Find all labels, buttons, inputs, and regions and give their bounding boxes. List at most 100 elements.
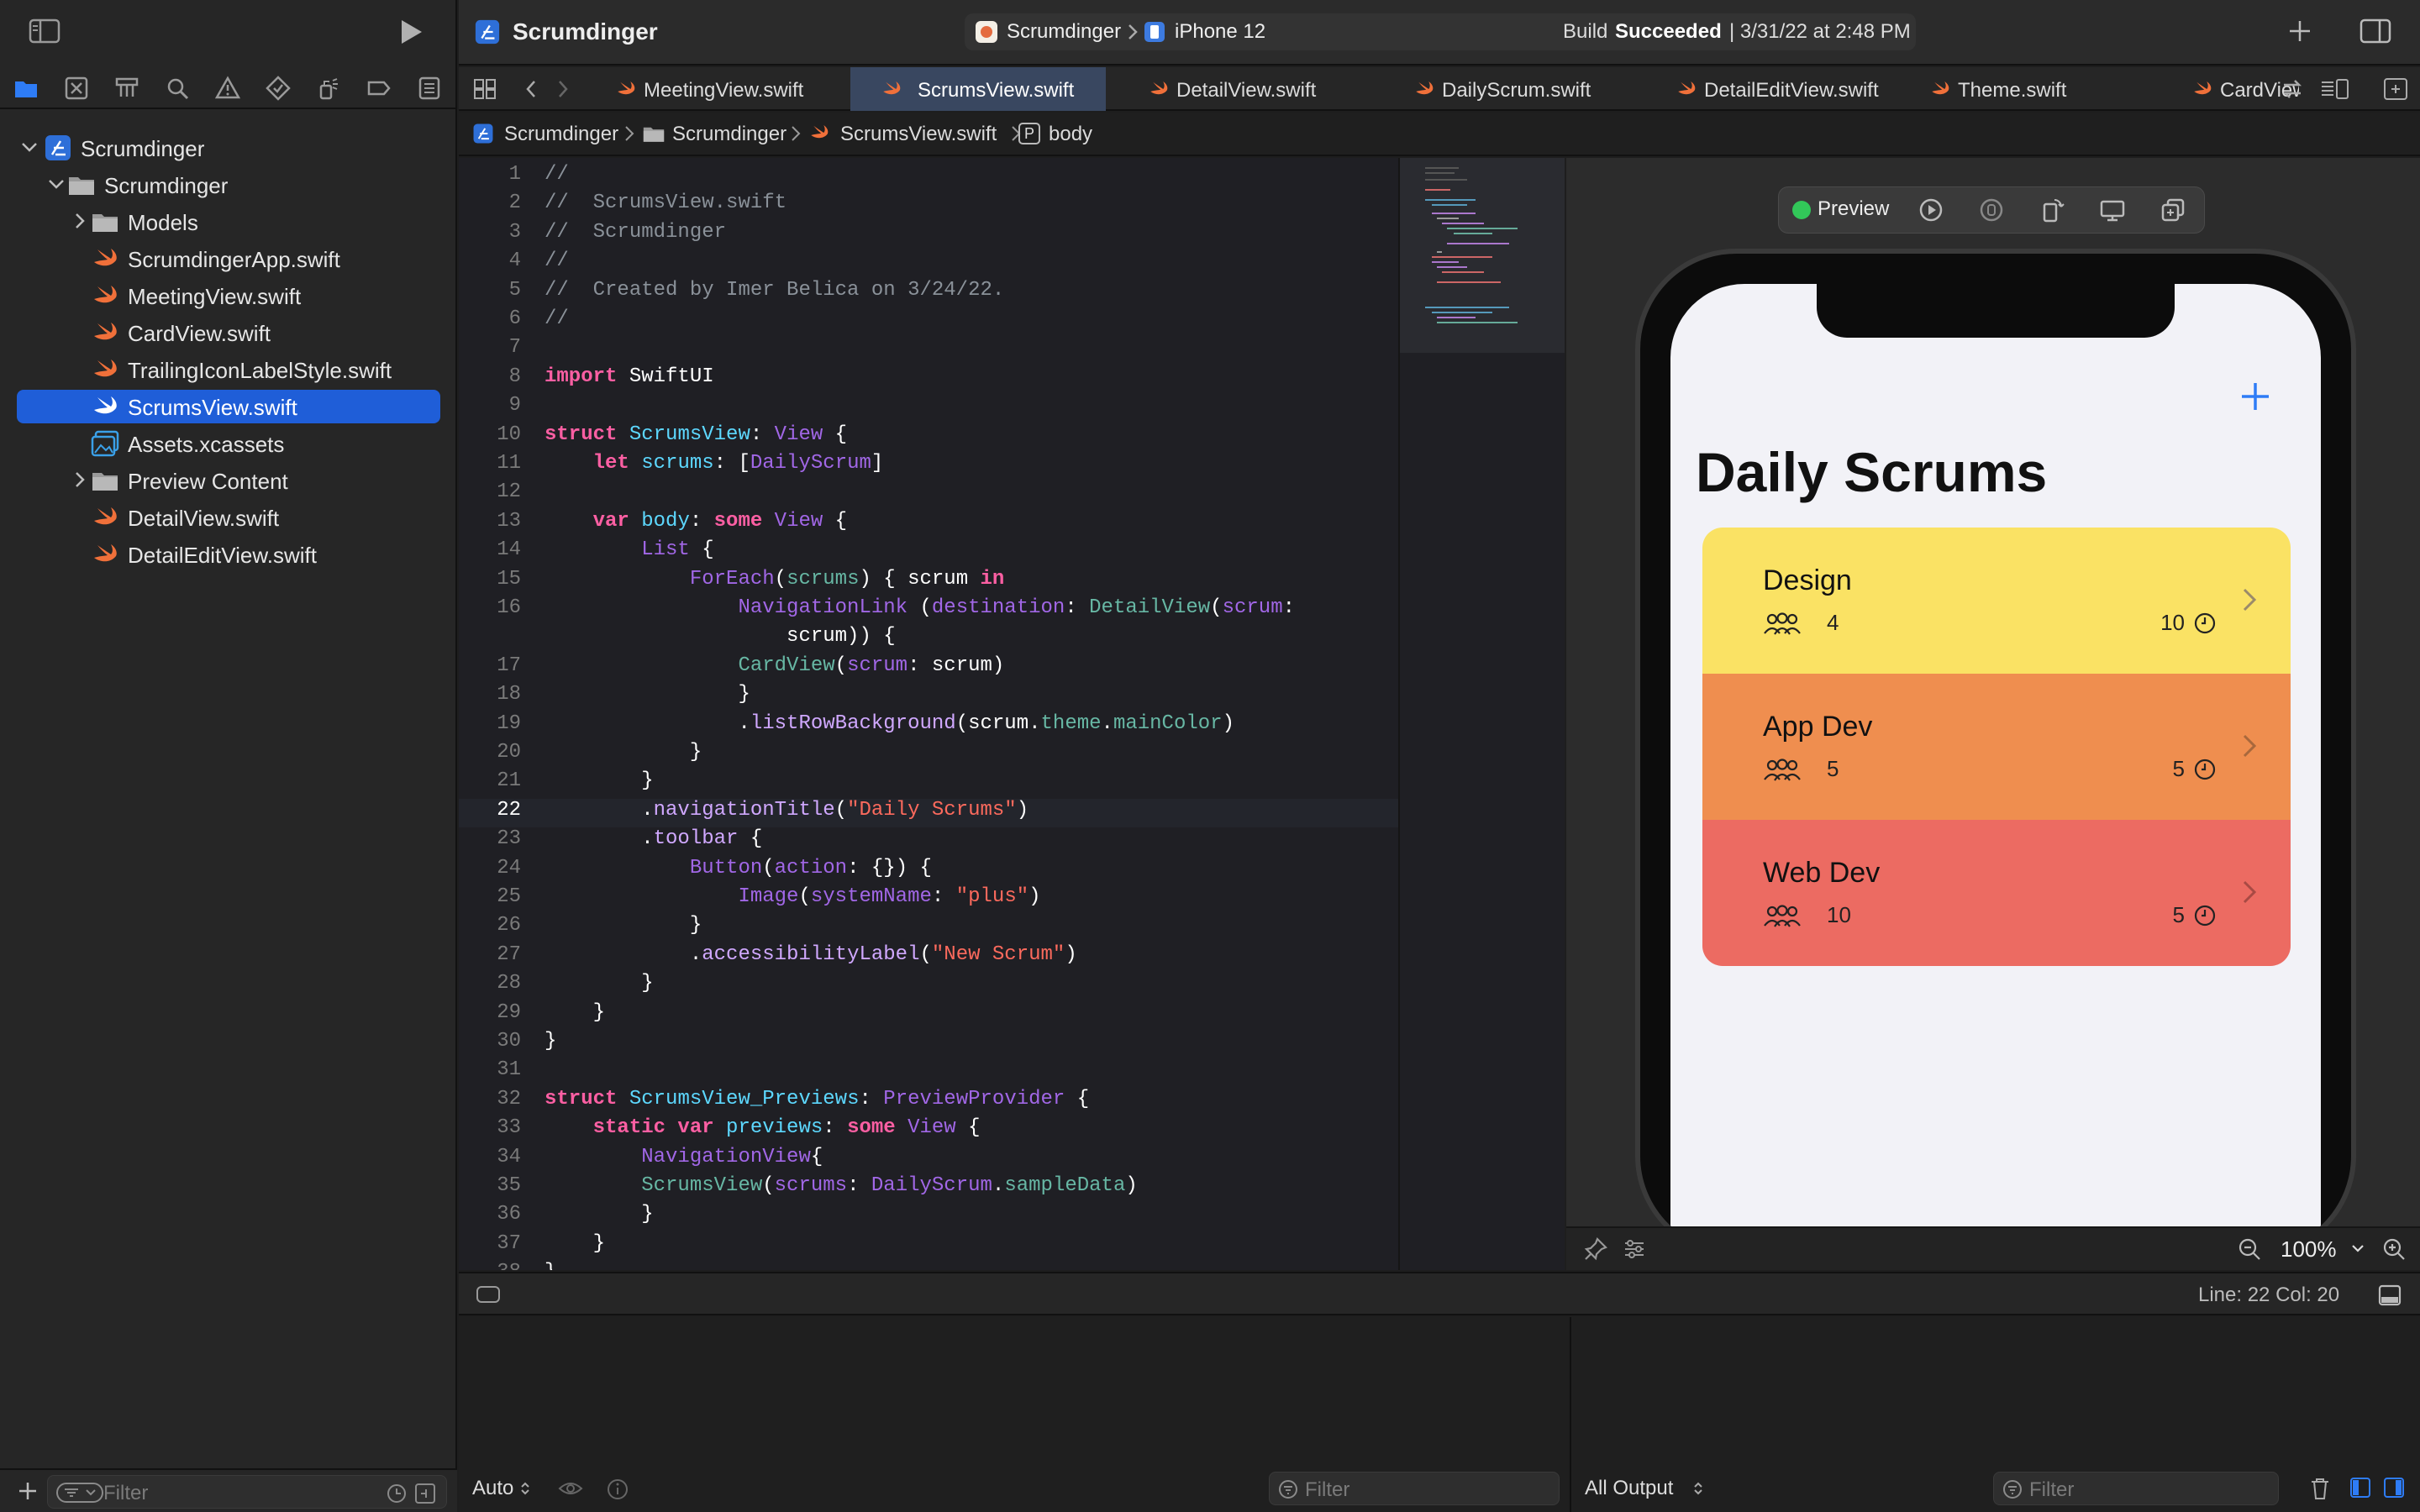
code-line[interactable]: 38} (459, 1261, 1398, 1270)
split-editor-icon[interactable] (2383, 77, 2408, 101)
activity-view[interactable]: Scrumdinger iPhone 12 Build Succeeded | … (965, 13, 1916, 50)
zoom-out-icon[interactable] (2237, 1236, 2262, 1262)
code-line[interactable]: 16 NavigationLink (destination: DetailVi… (459, 596, 1398, 625)
console-filter-field[interactable]: Filter (1993, 1472, 2279, 1505)
hide-debug-area-icon[interactable] (476, 1285, 501, 1304)
tree-item-group[interactable]: Scrumdinger (17, 168, 440, 202)
code-line[interactable]: scrum)) { (459, 625, 1398, 654)
zoom-in-icon[interactable] (2381, 1236, 2407, 1262)
code-line[interactable]: 4 // (459, 249, 1398, 278)
sliders-icon[interactable] (1622, 1236, 1647, 1262)
symbol-navigator-icon[interactable] (114, 76, 139, 101)
tab-meetingview[interactable]: MeetingView.swift (588, 67, 844, 111)
tree-item-models[interactable]: Models (17, 205, 440, 239)
destination-name[interactable]: iPhone 12 (1175, 20, 1265, 44)
code-line[interactable]: 18 } (459, 683, 1398, 711)
tree-item-assets[interactable]: Assets.xcassets (17, 427, 440, 460)
tab-detaileditview[interactable]: DetailEditView.swift (1637, 67, 1892, 111)
console-output-select[interactable]: All Output (1585, 1477, 1673, 1500)
code-line[interactable]: 1 // (459, 163, 1398, 192)
code-line[interactable]: 13 var body: some View { (459, 510, 1398, 538)
source-control-icon[interactable] (64, 76, 89, 101)
warning-icon[interactable] (215, 76, 240, 101)
scheme-name[interactable]: Scrumdinger (1007, 20, 1121, 44)
toggle-console-icon[interactable] (2378, 1284, 2402, 1307)
folder-icon[interactable] (13, 76, 39, 101)
scrum-card-design[interactable]: Design 4 10 (1702, 528, 2291, 674)
code-line[interactable]: 11 let scrums: [DailyScrum] (459, 452, 1398, 480)
minimap[interactable] (1398, 158, 1565, 1270)
recent-files-icon[interactable] (386, 1483, 408, 1504)
tab-detailview[interactable]: DetailView.swift (1113, 67, 1368, 111)
breakpoint-icon[interactable] (366, 76, 392, 101)
source-editor[interactable]: 1 // 2 // ScrumsView.swift 3 // Scrumdinger 4 /… (459, 158, 1398, 1270)
code-line[interactable]: 37 } (459, 1232, 1398, 1261)
chevron-right-icon[interactable] (69, 210, 91, 232)
jump-file[interactable]: ScrumsView.swift (840, 123, 997, 146)
jump-symbol[interactable]: body (1049, 123, 1092, 146)
code-line[interactable]: 34 NavigationView{ (459, 1146, 1398, 1174)
code-line[interactable]: 33 static var previews: some View { (459, 1116, 1398, 1145)
report-icon[interactable] (417, 76, 442, 101)
jump-project[interactable]: Scrumdinger (504, 123, 618, 146)
zoom-level[interactable]: 100% (2281, 1236, 2337, 1263)
code-line[interactable]: 5 // Created by Imer Belica on 3/24/22. (459, 279, 1398, 307)
editor-options-icon[interactable] (2319, 77, 2349, 101)
eye-icon[interactable] (558, 1478, 583, 1499)
tree-item-project[interactable]: Scrumdinger (17, 131, 440, 165)
forward-icon[interactable] (555, 77, 571, 101)
info-icon[interactable] (607, 1478, 629, 1500)
grid-icon[interactable] (472, 77, 497, 101)
console-view[interactable]: All Output Filter (1570, 1317, 2420, 1512)
chevron-down-icon[interactable] (45, 173, 67, 195)
scrum-card-web-dev[interactable]: Web Dev 10 5 (1702, 820, 2291, 966)
source-control-filter-icon[interactable] (414, 1483, 436, 1504)
navigator-filter-field[interactable]: Filter (47, 1475, 447, 1509)
code-line[interactable]: 12 (459, 480, 1398, 509)
code-line[interactable]: 21 } (459, 769, 1398, 798)
filter-options-icon[interactable] (56, 1483, 103, 1503)
scrum-card-app-dev[interactable]: App Dev 5 5 (1702, 674, 2291, 820)
code-line[interactable]: 30} (459, 1030, 1398, 1058)
code-line[interactable]: 28 } (459, 972, 1398, 1000)
tree-item-file[interactable]: DetailView.swift (17, 501, 440, 534)
tree-item-file[interactable]: ScrumdingerApp.swift (17, 242, 440, 276)
code-line[interactable]: 15 ForEach(scrums) { scrum in (459, 568, 1398, 596)
pin-icon[interactable] (1583, 1236, 1608, 1262)
variables-view[interactable]: Auto Filter (459, 1317, 1568, 1512)
tab-cardview[interactable]: CardView.sw (2161, 67, 2299, 111)
chevron-down-icon[interactable] (18, 136, 40, 158)
code-line[interactable]: 2 // ScrumsView.swift (459, 192, 1398, 220)
toggle-inspector-icon[interactable] (2360, 18, 2391, 44)
tree-item-file[interactable]: MeetingView.swift (17, 279, 440, 312)
toggle-sidebar-icon[interactable] (29, 18, 60, 44)
code-line[interactable]: 19 .listRowBackground(scrum.theme.mainCo… (459, 712, 1398, 741)
code-line[interactable]: 9 (459, 394, 1398, 423)
code-line[interactable]: 6 // (459, 307, 1398, 336)
duplicate-preview-icon[interactable] (2160, 197, 2186, 223)
variables-filter-field[interactable]: Filter (1269, 1472, 1560, 1505)
code-line[interactable]: 29 } (459, 1001, 1398, 1030)
chevron-down-icon[interactable] (2351, 1242, 2365, 1255)
run-icon[interactable] (398, 18, 424, 45)
code-line[interactable]: 24 Button(action: {}) { (459, 857, 1398, 885)
code-line[interactable]: 25 Image(systemName: "plus") (459, 885, 1398, 914)
device-settings-icon[interactable] (2100, 197, 2125, 223)
tree-item-file[interactable]: CardView.swift (17, 316, 440, 349)
tab-dailyscrum[interactable]: DailyScrum.swift (1375, 67, 1630, 111)
swap-editors-icon[interactable] (2281, 77, 2304, 101)
code-line[interactable]: 14 List { (459, 538, 1398, 567)
library-add-icon[interactable] (2287, 18, 2312, 44)
tree-item-preview-content[interactable]: Preview Content (17, 464, 440, 497)
plus-icon[interactable] (2238, 380, 2272, 413)
tab-scrumsview[interactable]: ScrumsView.swift (850, 67, 1106, 111)
inspect-icon[interactable] (1979, 197, 2004, 223)
code-line[interactable]: 32 struct ScrumsView_Previews: PreviewPro… (459, 1088, 1398, 1116)
code-line[interactable]: 36 } (459, 1203, 1398, 1231)
tree-item-file-selected[interactable]: ScrumsView.swift (17, 390, 440, 423)
rotate-icon[interactable] (2039, 197, 2065, 223)
code-line[interactable]: 22 .navigationTitle("Daily Scrums") (459, 798, 1398, 827)
show-console-icon[interactable] (2383, 1477, 2405, 1499)
jump-group[interactable]: Scrumdinger (672, 123, 786, 146)
add-icon[interactable] (17, 1480, 39, 1502)
